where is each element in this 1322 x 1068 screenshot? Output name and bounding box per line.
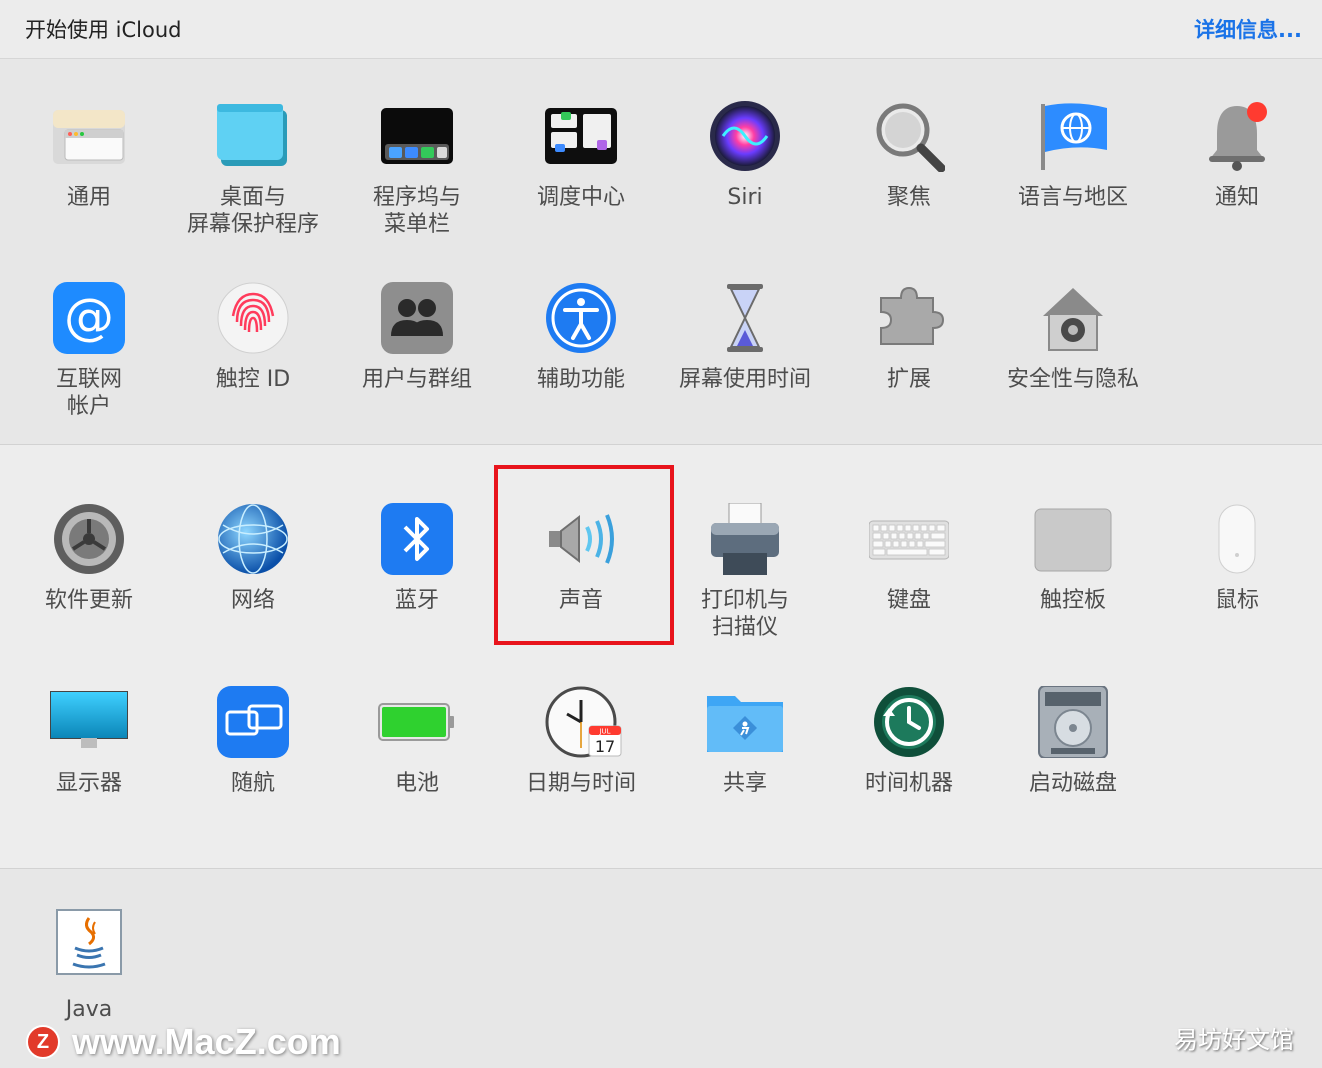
pref-mouse-label: 鼠标 <box>1214 588 1259 613</box>
trackpad-icon <box>1034 503 1112 575</box>
screen-time-icon <box>709 282 781 354</box>
pref-security-privacy-label: 安全性与隐私 <box>1006 367 1139 392</box>
network-icon <box>217 503 289 575</box>
pref-spotlight-label: 聚焦 <box>886 185 931 210</box>
general-icon <box>53 100 125 172</box>
highlight-box <box>494 465 674 645</box>
pref-startup-disk-label: 启动磁盘 <box>1028 771 1117 796</box>
pref-users-groups-label: 用户与群组 <box>361 367 472 392</box>
pref-sidecar-label: 随航 <box>230 771 275 796</box>
pref-date-time-label: 日期与时间 <box>525 771 636 796</box>
spotlight-icon <box>873 100 945 172</box>
pref-sharing-label: 共享 <box>722 771 767 796</box>
pref-notifications-label: 通知 <box>1214 185 1259 210</box>
sidecar-icon <box>217 686 289 758</box>
pref-internet-accounts-label: 互联网 帐户 <box>55 367 122 419</box>
software-update-icon <box>53 503 125 575</box>
dock-menubar-icon <box>381 100 453 172</box>
pref-siri-label: Siri <box>727 185 763 210</box>
macz-logo: Z <box>26 1025 60 1059</box>
top-bar: 开始使用 iCloud 详细信息... <box>0 0 1322 59</box>
sharing-icon <box>707 686 783 758</box>
date-time-icon: JUL 17 <box>545 686 622 758</box>
pref-network-label: 网络 <box>230 588 275 613</box>
pref-mission-control-label: 调度中心 <box>536 185 625 210</box>
mouse-icon <box>1201 503 1273 575</box>
time-machine-icon <box>873 686 945 758</box>
displays-icon <box>50 686 128 758</box>
pref-battery-label: 电池 <box>394 771 439 796</box>
pref-extensions-label: 扩展 <box>886 367 931 392</box>
siri-icon <box>709 100 781 172</box>
pref-bluetooth-label: 蓝牙 <box>394 588 439 613</box>
details-link[interactable]: 详细信息... <box>1194 14 1302 44</box>
pref-software-update-label: 软件更新 <box>44 588 133 613</box>
pref-language-region-label: 语言与地区 <box>1017 185 1128 210</box>
keyboard-icon <box>869 503 949 575</box>
pref-accessibility-label: 辅助功能 <box>536 367 625 392</box>
svg-text:@: @ <box>64 288 114 346</box>
pref-printers-scanners-label: 打印机与 扫描仪 <box>700 588 789 640</box>
security-privacy-icon <box>1037 282 1109 354</box>
pref-general-label: 通用 <box>66 185 111 210</box>
touch-id-icon <box>217 282 289 354</box>
desktop-screensaver-icon <box>217 100 289 172</box>
pref-trackpad-label: 触控板 <box>1039 588 1106 613</box>
notifications-icon <box>1201 100 1273 172</box>
svg-text:17: 17 <box>595 737 615 756</box>
pref-displays-label: 显示器 <box>55 771 122 796</box>
extensions-icon <box>873 282 945 354</box>
pref-screen-time-label: 屏幕使用时间 <box>678 367 811 392</box>
macz-url: www.MacZ.com <box>72 1021 341 1062</box>
printers-scanners-icon <box>709 503 781 575</box>
pref-desktop-screensaver-label: 桌面与 屏幕保护程序 <box>186 185 319 237</box>
battery-icon <box>378 686 454 758</box>
watermark-left: Z www.MacZ.com <box>26 1021 341 1062</box>
bluetooth-icon <box>381 503 453 575</box>
pref-java-label: Java <box>65 997 113 1022</box>
pref-touch-id-label: 触控 ID <box>215 367 291 392</box>
watermark-right: 易坊好文馆 <box>1174 1026 1294 1054</box>
language-region-icon <box>1037 100 1109 172</box>
pref-keyboard-label: 键盘 <box>886 588 931 613</box>
internet-accounts-icon: @ <box>53 282 125 354</box>
pref-dock-menubar-label: 程序坞与 菜单栏 <box>372 185 461 237</box>
users-groups-icon <box>381 282 453 354</box>
pref-time-machine-label: 时间机器 <box>864 771 953 796</box>
icloud-signin-prompt[interactable]: 开始使用 iCloud <box>25 14 182 44</box>
java-icon <box>55 908 123 976</box>
accessibility-icon <box>545 282 617 354</box>
svg-text:JUL: JUL <box>598 728 610 736</box>
mission-control-icon <box>545 100 617 172</box>
startup-disk-icon <box>1037 686 1109 758</box>
